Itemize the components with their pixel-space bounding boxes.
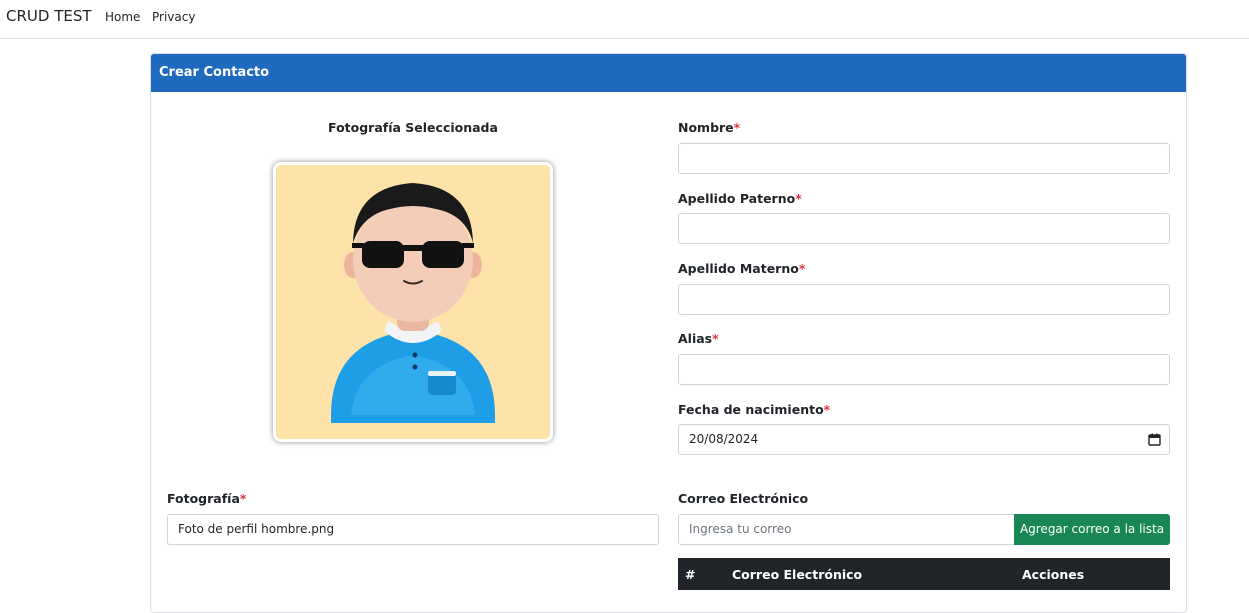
photo-file-input[interactable]: Foto de perfil hombre.png: [167, 514, 659, 545]
apellido-materno-label-text: Apellido Materno: [678, 261, 799, 276]
required-mark: *: [733, 120, 741, 135]
apellido-materno-input[interactable]: [678, 284, 1170, 315]
email-placeholder: Ingresa tu correo: [689, 522, 792, 536]
table-header-email: Correo Electrónico: [732, 567, 863, 582]
nombre-label: Nombre*: [678, 120, 740, 135]
nombre-label-text: Nombre: [678, 120, 734, 135]
alias-label-text: Alias: [678, 331, 713, 346]
photo-field-label: Fotografía*: [167, 491, 246, 506]
table-header-actions: Acciones: [1022, 567, 1085, 582]
profile-photo-preview: [273, 162, 553, 442]
apellido-paterno-input[interactable]: [678, 213, 1170, 244]
avatar-illustration: [276, 165, 550, 439]
email-label: Correo Electrónico: [678, 491, 809, 506]
required-mark: *: [823, 402, 831, 417]
nombre-input[interactable]: [678, 143, 1170, 174]
nav-link-privacy[interactable]: Privacy: [152, 10, 195, 24]
apellido-paterno-label-text: Apellido Paterno: [678, 191, 796, 206]
fecha-value: 20/08/2024: [689, 432, 759, 446]
required-mark: *: [798, 261, 806, 276]
required-mark: *: [712, 331, 719, 346]
card-header-title: Crear Contacto: [151, 54, 1186, 92]
table-header-index: #: [685, 567, 696, 582]
create-contact-card: Crear Contacto Fotografía Seleccionada F…: [150, 53, 1187, 613]
nav-link-home[interactable]: Home: [105, 10, 140, 24]
add-email-button[interactable]: Agregar correo a la lista: [1014, 514, 1170, 545]
alias-label: Alias*: [678, 331, 719, 346]
email-table-header: # Correo Electrónico Acciones: [678, 558, 1170, 590]
required-mark: *: [239, 491, 247, 506]
photo-label-text: Fotografía: [167, 491, 240, 506]
brand-link[interactable]: CRUD TEST: [6, 7, 92, 25]
photo-file-value: Foto de perfil hombre.png: [178, 522, 335, 536]
alias-input[interactable]: [678, 354, 1170, 385]
apellido-materno-label: Apellido Materno*: [678, 261, 805, 276]
fecha-nacimiento-input[interactable]: 20/08/2024: [678, 424, 1170, 455]
email-input[interactable]: Ingresa tu correo: [678, 514, 1015, 545]
selected-photo-title: Fotografía Seleccionada: [328, 120, 498, 135]
top-navbar: CRUD TEST Home Privacy: [0, 0, 1249, 39]
apellido-paterno-label: Apellido Paterno*: [678, 191, 802, 206]
required-mark: *: [795, 191, 802, 206]
fecha-label-text: Fecha de nacimiento: [678, 402, 824, 417]
calendar-icon[interactable]: [1148, 433, 1161, 446]
fecha-nacimiento-label: Fecha de nacimiento*: [678, 402, 830, 417]
